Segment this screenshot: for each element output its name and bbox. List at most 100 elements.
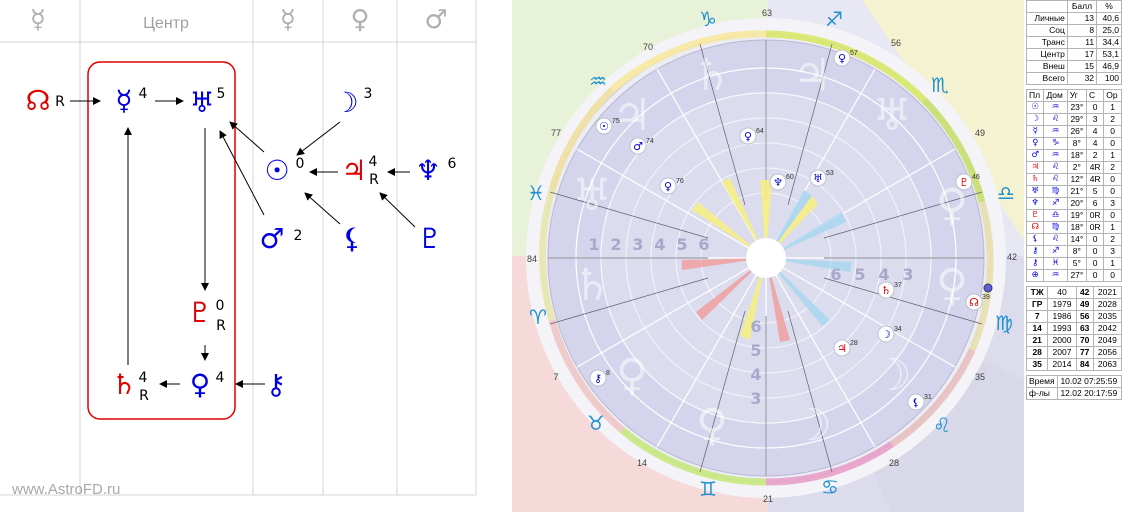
score-row: Всего 32 100 xyxy=(1026,72,1122,85)
cycle-a: ТЖ xyxy=(1025,286,1049,299)
cycle-a: 35 xyxy=(1025,358,1049,371)
planet-row: ⚸ ♌ 14° 0 2 xyxy=(1025,233,1122,246)
cancer-icon: ♋ xyxy=(821,475,839,499)
planet-row: ☊ ♍ 18° 0R 1 xyxy=(1025,221,1122,234)
planet-marker-glyph-icon: ♅ xyxy=(813,172,823,185)
planet-glyph-icon: ☽ xyxy=(1025,113,1045,126)
cycle-b: 2007 xyxy=(1047,346,1077,359)
cycle-row: ГР 1979 49 2028 xyxy=(1025,298,1123,311)
neptune-label: 6 xyxy=(448,156,457,172)
svg-text:♀: ♀ xyxy=(936,260,968,311)
house-num-r6: 6 xyxy=(830,265,841,284)
sign-glyph-icon: ♒ xyxy=(1043,101,1068,114)
planet-header-house: Дом xyxy=(1043,89,1068,102)
house-num-r4: 4 xyxy=(878,265,889,284)
cycle-row: 35 2014 84 2063 xyxy=(1025,358,1123,371)
planet-glyph-icon: ☿ xyxy=(1025,125,1045,138)
moon-glyph-icon: ☽ xyxy=(333,86,358,119)
planet-marker-glyph-icon: ♀ xyxy=(744,130,752,143)
planet-or: 3 xyxy=(1103,197,1122,210)
cycle-a: 21 xyxy=(1025,334,1049,347)
cycle-c: 56 xyxy=(1075,310,1094,323)
planet-marker-glyph-icon: ☽ xyxy=(881,328,891,341)
planet-marker-glyph-icon: ☉ xyxy=(599,120,609,133)
score-label: Центр xyxy=(1026,48,1068,61)
planet-row: ♃ ♌ 2° 4R 2 xyxy=(1025,161,1122,174)
planet-row: ☽ ♌ 29° 3 2 xyxy=(1025,113,1122,126)
score-percent: 53,1 xyxy=(1096,48,1122,61)
planet-row: ♅ ♍ 21° 5 0 xyxy=(1025,185,1122,198)
planet-marker-degree: 28 xyxy=(850,340,858,347)
house-num-1: 1 xyxy=(588,235,599,254)
cycle-b: 1979 xyxy=(1047,298,1077,311)
score-header-percent: % xyxy=(1096,0,1122,13)
pisces-icon: ♓ xyxy=(527,181,545,205)
planet-header-angle: Уг xyxy=(1066,89,1088,102)
header-mars-icon: ♂ xyxy=(424,5,447,35)
svg-text:♅: ♅ xyxy=(872,90,911,141)
node-label: R xyxy=(55,94,65,110)
sign-glyph-icon: ♒ xyxy=(1043,149,1068,162)
cycle-c: 49 xyxy=(1075,298,1094,311)
planet-glyph-icon: ⚷ xyxy=(1025,245,1045,258)
sign-glyph-icon: ♐ xyxy=(1043,197,1068,210)
planet-angle: 18° xyxy=(1066,149,1088,162)
venus-glyph-icon: ♀ xyxy=(190,368,211,401)
cycle-a: ГР xyxy=(1025,298,1049,311)
planet-glyph-icon: ♄ xyxy=(1025,173,1045,186)
score-label: Всего xyxy=(1026,72,1068,85)
libra-icon: ♎ xyxy=(997,181,1015,205)
house-num-5: 5 xyxy=(676,235,687,254)
pluto-retro-label: R xyxy=(216,318,226,334)
planet-header-c: С xyxy=(1086,89,1105,102)
header-venus-icon: ♀ xyxy=(350,5,369,35)
time-table: Время 10.02 07:25:59 ф-лы 12.02 20:17:59 xyxy=(1025,375,1122,400)
saturn-retro-label: R xyxy=(139,388,149,404)
sign-glyph-icon: ♌ xyxy=(1043,233,1068,246)
score-row: Личные 13 40,6 xyxy=(1026,12,1122,25)
sagittarius-icon: ♐ xyxy=(825,7,843,31)
time-value: 12.02 20:17:59 xyxy=(1057,387,1122,400)
degree-mark-7: 7 xyxy=(553,372,558,382)
sign-glyph-icon: ♓ xyxy=(1043,257,1068,270)
svg-text:♀: ♀ xyxy=(616,350,648,401)
score-percent: 25,0 xyxy=(1096,24,1122,37)
planet-marker-degree: 74 xyxy=(646,138,654,145)
score-row: Внеш 15 46,9 xyxy=(1026,60,1122,73)
planet-row: ♀ ♑ 8° 4 0 xyxy=(1025,137,1122,150)
planet-or: 0 xyxy=(1103,269,1122,282)
cycle-c: 84 xyxy=(1075,358,1094,371)
score-points: 11 xyxy=(1066,36,1098,49)
virgo-icon: ♍ xyxy=(995,311,1013,335)
cycle-row: 28 2007 77 2056 xyxy=(1025,346,1123,359)
sign-glyph-icon: ♒ xyxy=(1043,125,1068,138)
svg-text:♃: ♃ xyxy=(612,90,651,141)
score-points: 8 xyxy=(1066,24,1098,37)
planet-or: 0 xyxy=(1103,137,1122,150)
cycle-c: 42 xyxy=(1075,286,1094,299)
planet-row: ☿ ♒ 26° 4 0 xyxy=(1025,125,1122,138)
scorpio-icon: ♏ xyxy=(931,73,949,97)
score-label: Транс xyxy=(1026,36,1068,49)
planet-glyph-icon: ♇ xyxy=(1025,209,1045,222)
jupiter-retro-label: R xyxy=(369,172,379,188)
header-mercury-icon-2: ☿ xyxy=(280,5,296,35)
score-label: Внеш xyxy=(1026,60,1068,73)
planet-or: 2 xyxy=(1103,161,1122,174)
cycle-table: ТЖ 40 42 2021 ГР 1979 49 2028 7 1986 56 2035 14 1993 6… xyxy=(1025,286,1123,371)
cycle-a: 7 xyxy=(1025,310,1049,323)
planet-glyph-icon: ♆ xyxy=(1025,197,1045,210)
degree-mark-63: 63 xyxy=(762,8,772,18)
watermark: www.AstroFD.ru xyxy=(11,481,120,498)
mars-label: 2 xyxy=(294,228,303,244)
house-num-b4: 4 xyxy=(750,365,761,384)
planet-marker-degree: 37 xyxy=(894,282,902,289)
cycle-d: 2028 xyxy=(1092,298,1123,311)
planet-angle: 14° xyxy=(1066,233,1088,246)
planet-angle: 5° xyxy=(1066,257,1088,270)
planet-glyph-icon: ♃ xyxy=(1025,161,1045,174)
planet-or: 1 xyxy=(1103,149,1122,162)
cycle-a: 14 xyxy=(1025,322,1049,335)
planet-c: 4 xyxy=(1086,137,1105,150)
planet-row: ⚷ ♐ 8° 0 3 xyxy=(1025,245,1122,258)
